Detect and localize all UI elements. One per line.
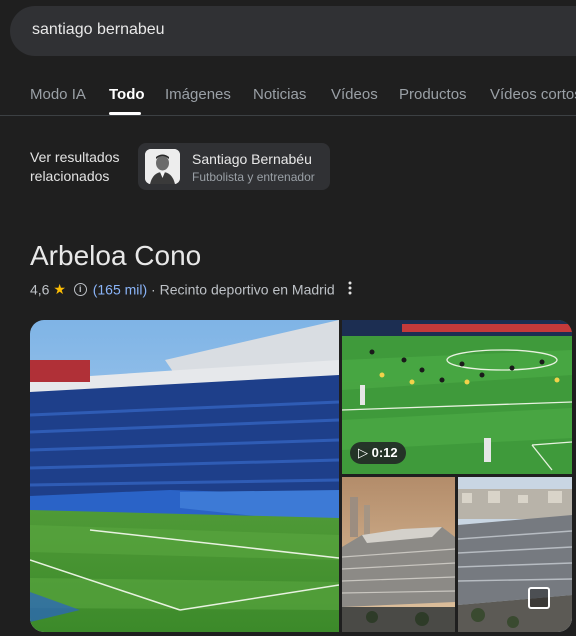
search-tabs: Modo IA Todo Imágenes Noticias Vídeos Pr…: [0, 80, 576, 116]
photo-gallery: ▷ 0:12: [30, 320, 572, 632]
chip-subtitle: Futbolista y entrenador: [192, 170, 315, 184]
meta-separator: ·: [147, 281, 160, 298]
tab-noticias[interactable]: Noticias: [253, 86, 306, 103]
stadium-aerial-photo[interactable]: [458, 477, 572, 632]
search-input[interactable]: santiago bernabeu: [32, 21, 165, 39]
reviews-link[interactable]: (165 mil): [93, 281, 147, 297]
tabs-divider: [0, 115, 576, 116]
stadium-interior-photo[interactable]: [30, 320, 339, 632]
chip-name: Santiago Bernabéu: [192, 151, 312, 167]
avatar: [145, 149, 180, 184]
tab-imagenes[interactable]: Imágenes: [165, 86, 231, 103]
place-meta: 4,6 ★ i (165 mil) · Recinto deportivo en…: [30, 280, 335, 298]
related-person-chip[interactable]: Santiago Bernabéu Futbolista y entrenado…: [138, 143, 330, 190]
related-results-label: Ver resultados relacionados: [30, 149, 120, 184]
info-icon[interactable]: i: [73, 282, 87, 296]
star-icon: ★: [53, 280, 66, 297]
place-category: Recinto deportivo en Madrid: [159, 281, 335, 298]
image-gallery-icon: [528, 587, 550, 609]
more-options-icon[interactable]: [348, 281, 352, 295]
video-duration: 0:12: [371, 445, 398, 460]
tab-videos-cortos[interactable]: Vídeos cortos: [490, 86, 576, 103]
training-video-thumbnail[interactable]: ▷ 0:12: [342, 320, 572, 474]
place-title[interactable]: Arbeloa Cono: [30, 240, 201, 272]
tab-productos[interactable]: Productos: [399, 86, 467, 103]
tab-modo-ia[interactable]: Modo IA: [30, 86, 86, 103]
tab-videos[interactable]: Vídeos: [331, 86, 378, 103]
video-duration-badge: ▷ 0:12: [350, 442, 406, 464]
rating-value: 4,6: [30, 281, 50, 298]
stadium-exterior-render[interactable]: [342, 477, 455, 632]
tab-todo[interactable]: Todo: [109, 86, 145, 103]
search-bar[interactable]: santiago bernabeu: [10, 6, 576, 56]
